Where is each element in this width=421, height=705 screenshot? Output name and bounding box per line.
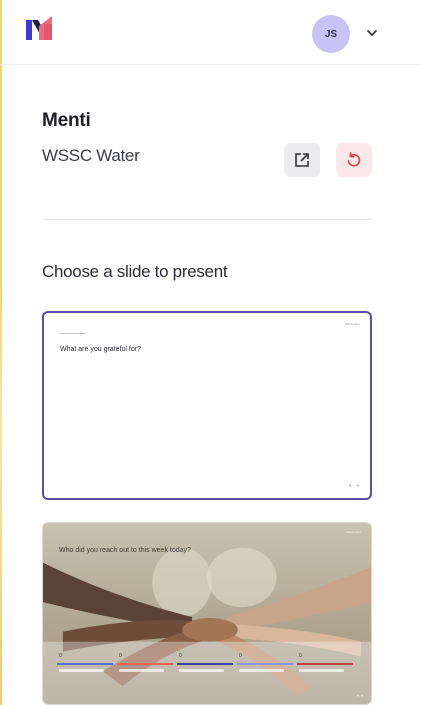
left-accent-strip (0, 0, 2, 705)
slide-header-line (60, 333, 86, 334)
result-bar: 0 (117, 653, 173, 681)
slide-brand-tag: Mentimeter (345, 530, 361, 534)
result-bar: 0 (297, 653, 353, 681)
section-title: Choose a slide to present (42, 262, 228, 281)
header: JS (0, 0, 421, 65)
open-in-new-window-button[interactable] (284, 143, 320, 177)
result-bar: 0 (177, 653, 233, 681)
bar-label-placeholder (59, 669, 104, 672)
divider (42, 219, 372, 220)
slide-thumbnail-2[interactable]: Mentimeter Who did you reach out to this… (42, 522, 372, 705)
slide-question: Who did you reach out to this week today… (59, 547, 191, 554)
result-bars: 0 0 0 0 0 (57, 653, 357, 681)
slide-question: What are you grateful for? (60, 346, 141, 353)
bar-label-placeholder (119, 669, 164, 672)
bar-count: 0 (59, 653, 62, 659)
bar-line (297, 663, 353, 665)
open-external-icon (295, 153, 309, 167)
app-title: Menti (42, 110, 91, 131)
reset-icon (347, 151, 361, 167)
slide-dots: • • (357, 694, 363, 700)
bar-count: 0 (119, 653, 122, 659)
chevron-down-icon[interactable] (366, 27, 378, 39)
reset-results-button[interactable] (336, 143, 372, 177)
bar-line (117, 663, 173, 665)
bar-label-placeholder (299, 669, 344, 672)
slide-dots: • • (349, 484, 361, 490)
bar-line (177, 663, 233, 665)
bar-count: 0 (179, 653, 182, 659)
bar-label-placeholder (179, 669, 224, 672)
result-bar: 0 (57, 653, 113, 681)
bar-line (57, 663, 113, 665)
bar-count: 0 (239, 653, 242, 659)
presentation-name: WSSC Water (42, 146, 140, 165)
bar-count: 0 (299, 653, 302, 659)
bar-line (237, 663, 293, 665)
slide-thumbnail-1[interactable]: Mentimeter What are you grateful for? • … (42, 311, 372, 500)
result-bar: 0 (237, 653, 293, 681)
bar-label-placeholder (239, 669, 284, 672)
user-avatar[interactable]: JS (312, 15, 350, 53)
menti-logo-icon[interactable] (26, 16, 52, 40)
slide-brand-tag: Mentimeter (344, 322, 360, 326)
